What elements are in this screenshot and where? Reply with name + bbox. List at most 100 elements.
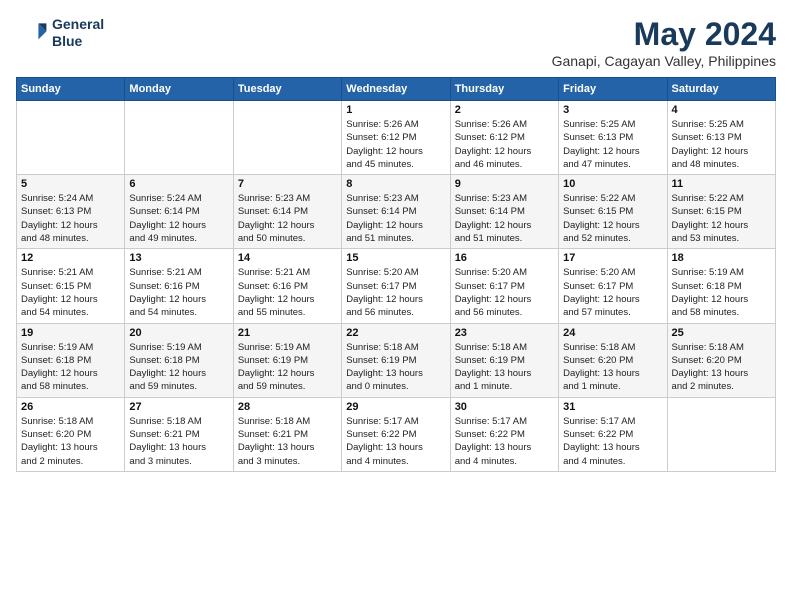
cell-info: Sunrise: 5:23 AM Sunset: 6:14 PM Dayligh… <box>346 192 445 245</box>
cell-info: Sunrise: 5:18 AM Sunset: 6:21 PM Dayligh… <box>129 415 228 468</box>
date-number: 8 <box>346 178 445 190</box>
calendar-cell: 3 Sunrise: 5:25 AM Sunset: 6:13 PM Daylig… <box>559 101 667 175</box>
cell-info: Sunrise: 5:18 AM Sunset: 6:20 PM Dayligh… <box>672 341 771 394</box>
calendar-cell <box>233 101 341 175</box>
calendar-cell: 5Sunrise: 5:24 AM Sunset: 6:13 PM Daylig… <box>17 175 125 249</box>
cell-info: Sunrise: 5:18 AM Sunset: 6:21 PM Dayligh… <box>238 415 337 468</box>
week-row-3: 12 Sunrise: 5:21 AM Sunset: 6:15 PM Dayli… <box>17 249 776 323</box>
calendar-title: May 2024 <box>552 16 776 53</box>
date-number: 17 <box>563 252 662 264</box>
date-number: 4 <box>672 104 771 116</box>
day-header-sunday: Sunday <box>17 78 125 101</box>
calendar-cell: 15 Sunrise: 5:20 AM Sunset: 6:17 PM Dayli… <box>342 249 450 323</box>
cell-info: Sunrise: 5:21 AM Sunset: 6:16 PM Dayligh… <box>129 266 228 319</box>
cell-info: Sunrise: 5:18 AM Sunset: 6:20 PM Dayligh… <box>563 341 662 394</box>
calendar-cell: 14 Sunrise: 5:21 AM Sunset: 6:16 PM Dayli… <box>233 249 341 323</box>
date-number: 13 <box>129 252 228 264</box>
cell-info: Sunrise: 5:21 AM Sunset: 6:16 PM Dayligh… <box>238 266 337 319</box>
cell-info: Sunrise: 5:18 AM Sunset: 6:19 PM Dayligh… <box>346 341 445 394</box>
date-number: 29 <box>346 401 445 413</box>
calendar-cell: 2 Sunrise: 5:26 AM Sunset: 6:12 PM Daylig… <box>450 101 558 175</box>
cell-info: Sunrise: 5:23 AM Sunset: 6:14 PM Dayligh… <box>455 192 554 245</box>
cell-info: Sunrise: 5:19 AM Sunset: 6:19 PM Dayligh… <box>238 341 337 394</box>
cell-info: Sunrise: 5:21 AM Sunset: 6:15 PM Dayligh… <box>21 266 120 319</box>
calendar-cell <box>125 101 233 175</box>
calendar-cell: 31Sunrise: 5:17 AM Sunset: 6:22 PM Dayli… <box>559 397 667 471</box>
calendar-cell: 11Sunrise: 5:22 AM Sunset: 6:15 PM Dayli… <box>667 175 775 249</box>
day-header-wednesday: Wednesday <box>342 78 450 101</box>
date-number: 24 <box>563 327 662 339</box>
calendar-cell: 18Sunrise: 5:19 AM Sunset: 6:18 PM Dayli… <box>667 249 775 323</box>
title-area: May 2024 Ganapi, Cagayan Valley, Philipp… <box>552 16 776 69</box>
date-number: 26 <box>21 401 120 413</box>
day-header-thursday: Thursday <box>450 78 558 101</box>
cell-info: Sunrise: 5:17 AM Sunset: 6:22 PM Dayligh… <box>455 415 554 468</box>
calendar-cell: 29 Sunrise: 5:17 AM Sunset: 6:22 PM Dayli… <box>342 397 450 471</box>
cell-info: Sunrise: 5:18 AM Sunset: 6:20 PM Dayligh… <box>21 415 120 468</box>
date-number: 2 <box>455 104 554 116</box>
date-number: 14 <box>238 252 337 264</box>
date-number: 31 <box>563 401 662 413</box>
date-number: 20 <box>129 327 228 339</box>
cell-info: Sunrise: 5:26 AM Sunset: 6:12 PM Dayligh… <box>455 118 554 171</box>
day-header-friday: Friday <box>559 78 667 101</box>
calendar-cell: 4 Sunrise: 5:25 AM Sunset: 6:13 PM Daylig… <box>667 101 775 175</box>
calendar-cell: 27 Sunrise: 5:18 AM Sunset: 6:21 PM Dayli… <box>125 397 233 471</box>
cell-info: Sunrise: 5:20 AM Sunset: 6:17 PM Dayligh… <box>563 266 662 319</box>
cell-info: Sunrise: 5:20 AM Sunset: 6:17 PM Dayligh… <box>346 266 445 319</box>
calendar-cell: 20 Sunrise: 5:19 AM Sunset: 6:18 PM Dayli… <box>125 323 233 397</box>
date-number: 6 <box>129 178 228 190</box>
date-number: 12 <box>21 252 120 264</box>
date-number: 28 <box>238 401 337 413</box>
calendar-cell: 23 Sunrise: 5:18 AM Sunset: 6:19 PM Dayli… <box>450 323 558 397</box>
date-number: 15 <box>346 252 445 264</box>
cell-info: Sunrise: 5:20 AM Sunset: 6:17 PM Dayligh… <box>455 266 554 319</box>
calendar-cell: 8 Sunrise: 5:23 AM Sunset: 6:14 PM Daylig… <box>342 175 450 249</box>
date-number: 23 <box>455 327 554 339</box>
date-number: 7 <box>238 178 337 190</box>
calendar-cell: 24 Sunrise: 5:18 AM Sunset: 6:20 PM Dayli… <box>559 323 667 397</box>
calendar-subtitle: Ganapi, Cagayan Valley, Philippines <box>552 53 776 69</box>
date-number: 9 <box>455 178 554 190</box>
calendar-cell: 30 Sunrise: 5:17 AM Sunset: 6:22 PM Dayli… <box>450 397 558 471</box>
date-number: 30 <box>455 401 554 413</box>
cell-info: Sunrise: 5:23 AM Sunset: 6:14 PM Dayligh… <box>238 192 337 245</box>
cell-info: Sunrise: 5:25 AM Sunset: 6:13 PM Dayligh… <box>563 118 662 171</box>
calendar-cell: 19 Sunrise: 5:19 AM Sunset: 6:18 PM Dayli… <box>17 323 125 397</box>
cell-info: Sunrise: 5:18 AM Sunset: 6:19 PM Dayligh… <box>455 341 554 394</box>
date-number: 25 <box>672 327 771 339</box>
date-number: 11 <box>672 178 771 190</box>
cell-info: Sunrise: 5:19 AM Sunset: 6:18 PM Dayligh… <box>21 341 120 394</box>
date-number: 27 <box>129 401 228 413</box>
logo-text: General Blue <box>52 16 104 50</box>
header: General Blue May 2024 Ganapi, Cagayan Va… <box>16 16 776 69</box>
cell-info: Sunrise: 5:19 AM Sunset: 6:18 PM Dayligh… <box>129 341 228 394</box>
date-number: 3 <box>563 104 662 116</box>
date-number: 1 <box>346 104 445 116</box>
calendar-cell: 22Sunrise: 5:18 AM Sunset: 6:19 PM Dayli… <box>342 323 450 397</box>
calendar-cell: 7 Sunrise: 5:23 AM Sunset: 6:14 PM Daylig… <box>233 175 341 249</box>
logo-icon <box>16 17 48 49</box>
cell-info: Sunrise: 5:19 AM Sunset: 6:18 PM Dayligh… <box>672 266 771 319</box>
week-row-2: 5Sunrise: 5:24 AM Sunset: 6:13 PM Daylig… <box>17 175 776 249</box>
cell-info: Sunrise: 5:22 AM Sunset: 6:15 PM Dayligh… <box>563 192 662 245</box>
calendar-cell: 13 Sunrise: 5:21 AM Sunset: 6:16 PM Dayli… <box>125 249 233 323</box>
calendar-cell: 17 Sunrise: 5:20 AM Sunset: 6:17 PM Dayli… <box>559 249 667 323</box>
calendar-table: SundayMondayTuesdayWednesdayThursdayFrid… <box>16 77 776 472</box>
cell-info: Sunrise: 5:25 AM Sunset: 6:13 PM Dayligh… <box>672 118 771 171</box>
date-number: 21 <box>238 327 337 339</box>
week-row-4: 19 Sunrise: 5:19 AM Sunset: 6:18 PM Dayli… <box>17 323 776 397</box>
calendar-cell: 9 Sunrise: 5:23 AM Sunset: 6:14 PM Daylig… <box>450 175 558 249</box>
calendar-cell <box>17 101 125 175</box>
cell-info: Sunrise: 5:24 AM Sunset: 6:13 PM Dayligh… <box>21 192 120 245</box>
calendar-cell: 16Sunrise: 5:20 AM Sunset: 6:17 PM Dayli… <box>450 249 558 323</box>
week-row-5: 26 Sunrise: 5:18 AM Sunset: 6:20 PM Dayli… <box>17 397 776 471</box>
day-header-monday: Monday <box>125 78 233 101</box>
calendar-cell: 21 Sunrise: 5:19 AM Sunset: 6:19 PM Dayli… <box>233 323 341 397</box>
date-number: 19 <box>21 327 120 339</box>
day-header-saturday: Saturday <box>667 78 775 101</box>
cell-info: Sunrise: 5:17 AM Sunset: 6:22 PM Dayligh… <box>346 415 445 468</box>
calendar-cell: 10Sunrise: 5:22 AM Sunset: 6:15 PM Dayli… <box>559 175 667 249</box>
logo: General Blue <box>16 16 104 50</box>
calendar-cell: 12 Sunrise: 5:21 AM Sunset: 6:15 PM Dayli… <box>17 249 125 323</box>
